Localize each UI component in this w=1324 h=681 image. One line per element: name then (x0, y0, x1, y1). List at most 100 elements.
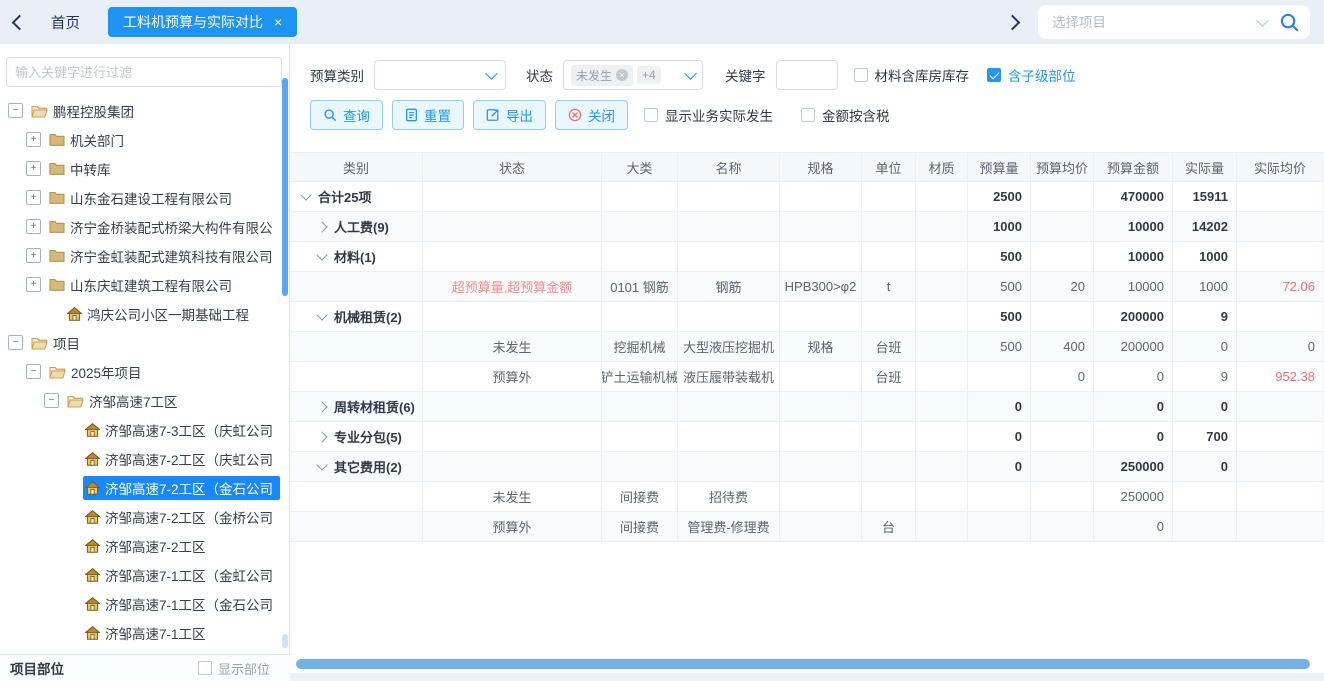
table-row[interactable]: 周转材租赁(6)000 (290, 392, 1324, 422)
search-icon[interactable] (1279, 12, 1300, 33)
table-row[interactable]: 预算外间接费管理费-修理费台0 (290, 512, 1324, 542)
collapse-icon[interactable] (300, 189, 311, 200)
collapse-icon[interactable]: − (8, 103, 23, 118)
sidebar-scrollbar-end[interactable] (282, 634, 288, 648)
horizontal-scrollbar[interactable] (296, 659, 1310, 669)
sidebar-scrollbar[interactable] (282, 78, 288, 296)
status-select[interactable]: 未发生 × +4 (563, 60, 703, 90)
checkbox-icon[interactable] (644, 108, 658, 122)
cell-actual_qty: 0 (1173, 332, 1237, 361)
table-row[interactable]: 材料(1)500100001000 (290, 242, 1324, 272)
folder-icon (49, 162, 65, 175)
tree-node[interactable]: −2025年项目 (0, 357, 280, 386)
tree-node[interactable]: +济宁金桥装配式桥梁大构件有限公 (0, 212, 280, 241)
expand-icon[interactable] (316, 401, 327, 412)
cell-unit (862, 392, 916, 421)
cell-name: 钢筋 (678, 272, 780, 301)
table-row[interactable]: 专业分包(5)00700 (290, 422, 1324, 452)
expand-icon[interactable]: + (26, 277, 41, 292)
house-icon (85, 539, 100, 553)
tab-close-icon[interactable]: × (274, 15, 282, 29)
tree-node[interactable]: +山东金石建设工程有限公司 (0, 183, 280, 212)
cell-unit (862, 482, 916, 511)
reset-button[interactable]: 重置 (392, 100, 464, 130)
table-row[interactable]: 未发生间接费招待费250000 (290, 482, 1324, 512)
org-tree: −鹏程控股集团+机关部门+中转库+山东金石建设工程有限公司+济宁金桥装配式桥梁大… (0, 96, 280, 654)
collapse-icon[interactable]: − (44, 393, 59, 408)
tree-node[interactable]: −项目 (0, 328, 280, 357)
cell-status (423, 452, 602, 481)
show-actual-checkbox[interactable]: 显示业务实际发生 (644, 105, 773, 125)
table-row[interactable]: 机械租赁(2)5002000009 (290, 302, 1324, 332)
tree-node[interactable]: 济邹高速7-2工区 (0, 531, 280, 560)
org-sidebar: −鹏程控股集团+机关部门+中转库+山东金石建设工程有限公司+济宁金桥装配式桥梁大… (0, 44, 290, 654)
tree-node[interactable]: + 中转库 (0, 154, 280, 183)
cell-budget_qty: 1000 (968, 212, 1031, 241)
tree-node[interactable]: 济邹高速7-2工区（金桥公司 (0, 502, 280, 531)
collapse-icon[interactable] (316, 459, 327, 470)
tree-node[interactable]: 千盛企业_工资代付机构 (0, 647, 280, 654)
tree-node[interactable]: 济邹高速7-3工区（庆虹公司 (0, 415, 280, 444)
table-row[interactable]: 未发生挖掘机械大型液压挖掘机规格台班50040020000000 (290, 332, 1324, 362)
tag-close-icon[interactable]: × (616, 69, 628, 81)
table-row[interactable]: 超预算量,超预算金额0101 钢筋钢筋HPB300>φ2t50020100001… (290, 272, 1324, 302)
expand-icon[interactable]: + (26, 190, 41, 205)
chevron-down-icon[interactable] (1256, 14, 1269, 27)
expand-icon[interactable] (316, 221, 327, 232)
expand-icon[interactable] (316, 431, 327, 442)
reset-label: 重置 (424, 105, 451, 125)
tree-node-body: 中转库 (47, 157, 280, 181)
expand-icon[interactable]: + (26, 161, 41, 176)
collapse-icon[interactable] (316, 309, 327, 320)
project-select[interactable] (1038, 5, 1310, 39)
collapse-icon[interactable] (316, 249, 327, 260)
home-link[interactable]: 首页 (51, 12, 80, 33)
tab-active[interactable]: 工料机预算与实际对比 × (108, 7, 297, 37)
collapse-icon[interactable]: − (8, 335, 23, 350)
tree-node[interactable]: 济邹高速7-2工区（庆虹公司 (0, 444, 280, 473)
tree-node[interactable]: −济邹高速7工区 (0, 386, 280, 415)
cell-status: 预算外 (423, 362, 602, 391)
cell-name (678, 302, 780, 331)
checkbox-icon[interactable] (801, 108, 815, 122)
tree-node[interactable]: 鸿庆公司小区一期基础工程 (0, 299, 280, 328)
material-stock-checkbox[interactable]: 材料含库房库存 (854, 65, 970, 85)
checkbox-icon[interactable] (198, 661, 212, 675)
show-parts-checkbox[interactable]: 显示部位 (198, 659, 270, 678)
keyword-input[interactable] (776, 60, 838, 90)
tree-node[interactable]: 济邹高速7-2工区（金石公司 (0, 473, 280, 502)
project-select-input[interactable] (1050, 14, 1252, 31)
collapse-icon[interactable]: − (26, 364, 41, 379)
cell-actual_price (1237, 242, 1324, 271)
amount-tax-checkbox[interactable]: 金额按含税 (801, 105, 890, 125)
back-icon[interactable] (12, 14, 28, 30)
forward-icon[interactable] (1005, 14, 1021, 30)
query-button[interactable]: 查询 (310, 100, 383, 130)
tree-filter-input[interactable] (6, 57, 282, 87)
tree-node[interactable]: −鹏程控股集团 (0, 96, 280, 125)
close-button[interactable]: 关闭 (555, 100, 628, 130)
checkbox-checked-icon[interactable] (987, 68, 1001, 82)
tree-node[interactable]: +山东庆虹建筑工程有限公司 (0, 270, 280, 299)
column-header: 实际量 (1173, 153, 1237, 181)
table-row[interactable]: 其它费用(2)02500000 (290, 452, 1324, 482)
tree-node[interactable]: 济邹高速7-1工区 (0, 618, 280, 647)
expand-icon[interactable]: + (26, 132, 41, 147)
tree-node[interactable]: +机关部门 (0, 125, 280, 154)
expand-icon[interactable]: + (26, 248, 41, 263)
tree-node[interactable]: 济邹高速7-1工区（金虹公司 (0, 560, 280, 589)
export-button[interactable]: 导出 (473, 100, 546, 130)
table-row[interactable]: 预算外铲土运输机械液压履带装载机台班009952.38 (290, 362, 1324, 392)
show-parts-label: 显示部位 (218, 659, 270, 678)
cell-actual_price: 0 (1237, 332, 1324, 361)
budget-category-select[interactable] (374, 60, 506, 90)
expand-icon[interactable]: + (26, 219, 41, 234)
tree-node[interactable]: 济邹高速7-1工区（金石公司 (0, 589, 280, 618)
include-subparts-checkbox[interactable]: 含子级部位 (987, 65, 1076, 85)
table-row[interactable]: 合计25项250047000015911 (290, 182, 1324, 212)
tree-node-label: 济宁金虹装配式建筑科技有限公司 (70, 246, 273, 266)
tree-node[interactable]: + 济宁金虹装配式建筑科技有限公司 (0, 241, 280, 270)
checkbox-icon[interactable] (854, 68, 868, 82)
cell-major: 铲土运输机械 (602, 362, 678, 391)
table-row[interactable]: 人工费(9)10001000014202 (290, 212, 1324, 242)
